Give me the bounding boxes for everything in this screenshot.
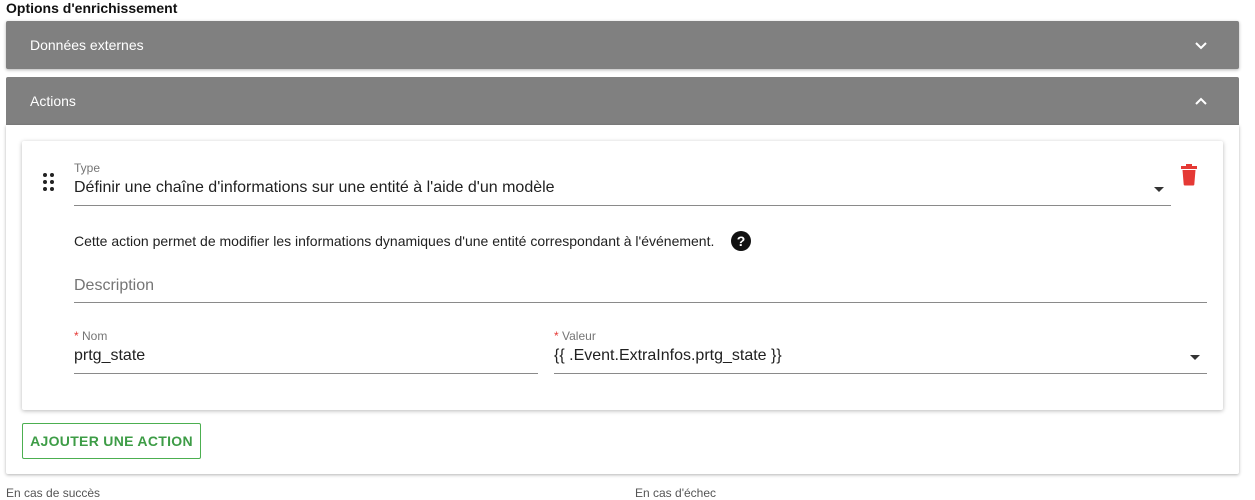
action-card: Type Définir une chaîne d'informations s… [22,141,1223,410]
panel-label-external-data: Données externes [30,37,144,53]
description-underline [74,302,1207,303]
chevron-down-icon [1195,42,1207,50]
value-underline [554,373,1207,374]
required-mark: * [74,329,79,343]
actions-panel-body: Type Définir une chaîne d'informations s… [6,125,1239,474]
name-label: * Nom [74,329,107,343]
help-icon[interactable]: ? [731,231,751,251]
value-label-text: Valeur [562,329,596,343]
panel-header-external-data[interactable]: Données externes [6,21,1239,69]
type-select[interactable]: Définir une chaîne d'informations sur un… [74,179,555,197]
type-label: Type [74,161,101,175]
name-underline [74,373,538,374]
panel-label-actions: Actions [30,93,76,109]
section-title: Options d'enrichissement [6,0,178,16]
svg-text:?: ? [737,233,746,249]
value-label: * Valeur [554,329,596,343]
panel-header-actions[interactable]: Actions [6,77,1239,125]
failure-label: En cas d'échec [635,486,717,500]
delete-icon[interactable] [1179,164,1199,186]
name-input[interactable]: prtg_state [74,347,145,365]
value-select[interactable]: {{ .Event.ExtraInfos.prtg_state }} [554,347,782,365]
name-label-text: Nom [82,329,108,343]
drag-handle-icon[interactable] [42,172,56,192]
success-label: En cas de succès [6,486,101,500]
add-action-button[interactable]: Ajouter une action [22,423,201,459]
action-description: Cette action permet de modifier les info… [74,233,715,249]
chevron-up-icon [1195,97,1207,105]
required-mark: * [554,329,559,343]
type-underline [74,205,1171,206]
description-input[interactable]: Description [74,277,154,295]
type-dropdown-caret-icon[interactable] [1154,187,1164,192]
value-dropdown-caret-icon[interactable] [1190,355,1200,360]
